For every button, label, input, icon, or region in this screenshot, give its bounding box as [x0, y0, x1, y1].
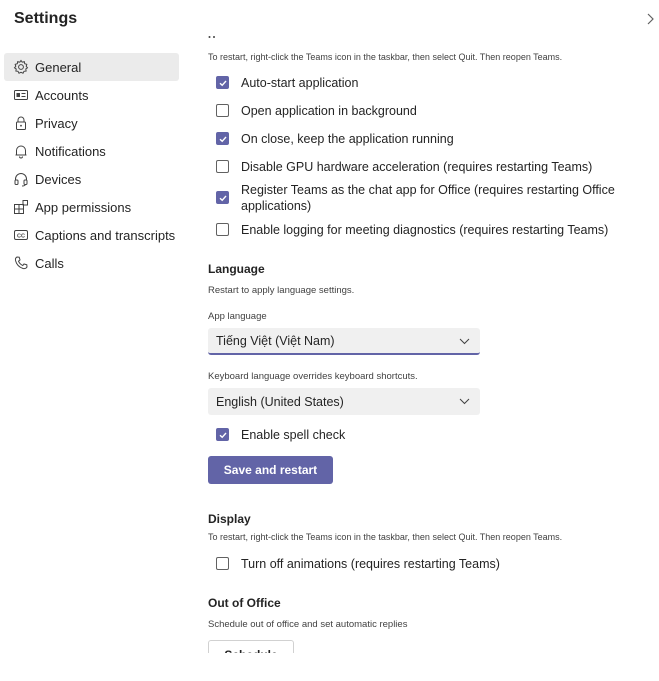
headset-icon	[13, 171, 29, 187]
option-label: Disable GPU hardware acceleration (requi…	[241, 160, 593, 174]
scroll-clip	[208, 653, 648, 681]
app-language-value: Tiếng Việt (Việt Nam)	[216, 333, 335, 348]
save-and-restart-button[interactable]: Save and restart	[208, 456, 333, 484]
settings-title: Settings	[14, 10, 78, 27]
chevron-down-icon	[459, 338, 470, 345]
option-enable-logging[interactable]: Enable logging for meeting diagnostics (…	[216, 222, 608, 238]
sidebar-item-accounts[interactable]: Accounts	[4, 81, 179, 109]
bell-icon	[13, 143, 29, 159]
sidebar-item-notifications[interactable]: Notifications	[4, 137, 179, 165]
chevron-down-icon	[459, 398, 470, 405]
sidebar-item-label: Privacy	[35, 115, 78, 131]
svg-text:CC: CC	[17, 233, 25, 239]
sidebar-item-privacy[interactable]: Privacy	[4, 109, 179, 137]
lock-icon	[13, 115, 29, 131]
restart-hint: To restart, right-click the Teams icon i…	[208, 52, 563, 62]
checkmark-icon	[219, 80, 227, 86]
out-of-office-title: Out of Office	[208, 596, 281, 610]
sidebar-item-label: Accounts	[35, 87, 89, 103]
option-label: Open application in background	[241, 104, 417, 118]
checkmark-icon	[219, 432, 227, 438]
option-label: Enable spell check	[241, 428, 346, 442]
cc-icon: CC	[13, 227, 29, 243]
language-title: Language	[208, 262, 265, 276]
settings-content: To restart, right-click the Teams icon i…	[208, 0, 648, 681]
id-card-icon	[13, 87, 29, 103]
sidebar-item-label: Notifications	[35, 143, 106, 159]
sidebar-item-label: App permissions	[35, 199, 132, 215]
sidebar-item-devices[interactable]: Devices	[4, 165, 179, 193]
checkbox[interactable]	[216, 223, 229, 236]
option-label: On close, keep the application running	[241, 132, 454, 146]
option-auto-start[interactable]: Auto-start application	[216, 75, 358, 91]
checkbox[interactable]	[216, 104, 229, 117]
language-restart-note: Restart to apply language settings.	[208, 285, 355, 296]
checkmark-icon	[219, 136, 227, 142]
apps-icon	[13, 199, 29, 215]
option-open-background[interactable]: Open application in background	[216, 103, 417, 119]
option-turn-off-animations[interactable]: Turn off animations (requires restarting…	[216, 556, 500, 572]
checkbox[interactable]	[216, 132, 229, 145]
sidebar-item-general[interactable]: General	[4, 53, 179, 81]
sidebar-item-captions[interactable]: CC Captions and transcripts	[4, 221, 179, 249]
option-label: Register Teams as the chat app for Offic…	[241, 183, 615, 213]
option-label: Turn off animations (requires restarting…	[241, 557, 500, 571]
checkbox[interactable]	[216, 76, 229, 89]
checkbox[interactable]	[216, 557, 229, 570]
option-register-chat-app[interactable]: Register Teams as the chat app for Offic…	[216, 182, 631, 214]
phone-icon	[13, 255, 29, 271]
display-restart-hint: To restart, right-click the Teams icon i…	[208, 532, 563, 542]
app-language-select[interactable]: Tiếng Việt (Việt Nam)	[208, 328, 480, 355]
checkbox[interactable]	[216, 428, 229, 441]
keyboard-language-value: English (United States)	[216, 394, 344, 409]
option-label: Auto-start application	[241, 76, 359, 90]
app-language-label: App language	[208, 311, 267, 322]
display-title: Display	[208, 512, 251, 526]
clipped-text-fragment	[208, 36, 215, 38]
checkbox[interactable]	[216, 160, 229, 173]
keyboard-note: Keyboard language overrides keyboard sho…	[208, 371, 418, 382]
sidebar-item-label: Calls	[35, 255, 64, 271]
option-keep-running[interactable]: On close, keep the application running	[216, 131, 454, 147]
sidebar-item-label: General	[35, 59, 82, 75]
option-label: Enable logging for meeting diagnostics (…	[241, 223, 609, 237]
keyboard-language-select[interactable]: English (United States)	[208, 388, 480, 415]
sidebar-item-calls[interactable]: Calls	[4, 249, 179, 277]
sidebar-item-label: Devices	[35, 171, 82, 187]
option-disable-gpu[interactable]: Disable GPU hardware acceleration (requi…	[216, 159, 592, 175]
out-of-office-description: Schedule out of office and set automatic…	[208, 619, 408, 630]
sidebar-item-app-permissions[interactable]: App permissions	[4, 193, 179, 221]
sidebar-item-label: Captions and transcripts	[35, 227, 176, 243]
gear-icon	[13, 59, 29, 75]
checkbox[interactable]	[216, 191, 229, 204]
checkmark-icon	[219, 195, 227, 201]
settings-nav: General Accounts Privacy Notifications D…	[4, 53, 179, 277]
option-spell-check[interactable]: Enable spell check	[216, 427, 345, 443]
